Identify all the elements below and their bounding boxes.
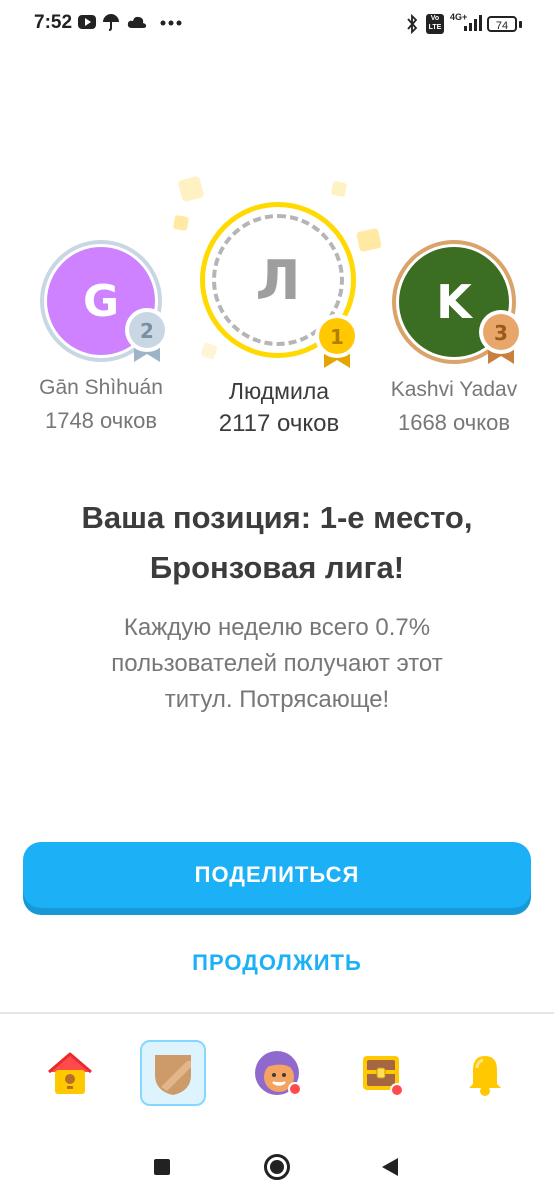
- cloud-icon: [127, 16, 147, 28]
- share-button[interactable]: ПОДЕЛИТЬСЯ: [23, 842, 531, 908]
- bronze-medal-icon: 3: [479, 310, 523, 364]
- nav-home[interactable]: [37, 1040, 103, 1106]
- gold-medal-icon: 1: [315, 314, 359, 368]
- bell-icon: [469, 1056, 501, 1096]
- podium-name: Людмила: [228, 378, 330, 404]
- bluetooth-icon: [407, 14, 418, 34]
- podium-points: 1668 очков: [397, 410, 511, 435]
- umbrella-icon: [103, 14, 119, 31]
- bottom-nav-divider: [0, 1012, 554, 1014]
- status-time: 7:52: [34, 12, 73, 33]
- signal-bars-icon: [464, 15, 482, 31]
- podium-points: 1748 очков: [44, 408, 158, 433]
- podium-name: Kashvi Yadav: [390, 378, 518, 401]
- result-title-line1: Ваша позиция: 1-е место,: [81, 500, 473, 535]
- youtube-icon: [78, 15, 96, 29]
- podium-first-place[interactable]: Л 1 Людмила 2117 очков: [196, 200, 362, 440]
- podium-name: Gān Shìhuán: [39, 376, 163, 399]
- svg-text:1: 1: [330, 325, 344, 349]
- result-subtitle-line1: Каждую неделю всего 0.7%: [123, 614, 431, 641]
- house-icon: [48, 1052, 92, 1094]
- nav-leagues[interactable]: [140, 1040, 206, 1106]
- nav-notifications[interactable]: [452, 1040, 518, 1106]
- battery-tip: [519, 21, 522, 28]
- silver-medal-icon: 2: [125, 308, 169, 362]
- svg-text:3: 3: [494, 321, 508, 345]
- result-subtitle-line2: пользователей получают этот: [111, 650, 443, 677]
- nav-profile[interactable]: [244, 1040, 310, 1106]
- system-navigation-bar: [0, 1132, 554, 1200]
- continue-button[interactable]: ПРОДОЛЖИТЬ: [23, 940, 531, 986]
- status-bar: 7:52 Vo LTE 4G+ 74: [0, 0, 554, 48]
- svg-text:2: 2: [140, 319, 154, 343]
- character-icon: [255, 1051, 302, 1096]
- notification-badge: [390, 1083, 404, 1097]
- volte-icon: Vo LTE: [426, 14, 444, 34]
- battery-indicator: 74: [487, 16, 517, 32]
- podium-third-place[interactable]: K 3 Kashvi Yadav 1668 очков: [378, 236, 542, 436]
- podium-points: 2117 очков: [218, 410, 340, 437]
- podium-second-place[interactable]: G 2 Gān Shìhuán 1748 очков: [20, 236, 180, 436]
- notification-badge: [288, 1082, 302, 1096]
- back-triangle-icon[interactable]: [380, 1157, 400, 1177]
- shield-icon: [155, 1055, 191, 1095]
- recents-square-icon[interactable]: [154, 1159, 170, 1175]
- nav-shop[interactable]: [348, 1040, 414, 1106]
- more-dots-icon: [160, 20, 182, 26]
- result-title-line2: Бронзовая лига!: [149, 550, 405, 585]
- home-circle-icon[interactable]: [264, 1154, 290, 1180]
- chest-icon: [363, 1056, 404, 1097]
- result-subtitle-line3: титул. Потрясающе!: [164, 686, 390, 713]
